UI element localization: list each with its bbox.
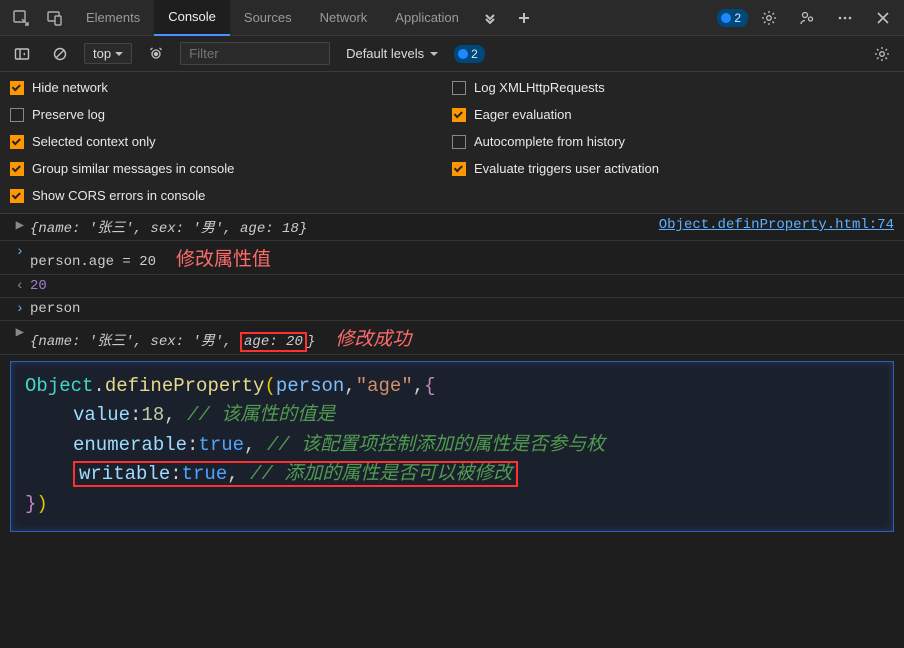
checkbox-icon[interactable] xyxy=(10,135,24,149)
more-options-icon[interactable] xyxy=(828,1,862,35)
highlighted-property: age: 20 xyxy=(240,332,307,352)
setting-group-similar-messages-in-console[interactable]: Group similar messages in console xyxy=(10,161,452,176)
settings-gear-icon[interactable] xyxy=(752,1,786,35)
add-tab-icon[interactable] xyxy=(507,1,541,35)
setting-log-xmlhttprequests[interactable]: Log XMLHttpRequests xyxy=(452,80,894,95)
issues-badge[interactable]: 2 xyxy=(717,9,748,27)
setting-label: Hide network xyxy=(32,80,108,95)
output-value: 20 xyxy=(30,278,894,294)
panel-tabs: Elements Console Sources Network Applica… xyxy=(72,0,473,36)
source-link[interactable]: Object.definProperty.html:74 xyxy=(659,217,894,233)
chevron-down-icon xyxy=(115,50,123,58)
checkbox-icon[interactable] xyxy=(452,81,466,95)
setting-label: Preserve log xyxy=(32,107,105,122)
setting-label: Eager evaluation xyxy=(474,107,572,122)
hidden-messages-count: 2 xyxy=(471,47,478,61)
output-row[interactable]: ▶ {name: '张三', sex: '男', age: 20}修改成功 xyxy=(0,321,904,355)
execution-context-label: top xyxy=(93,46,111,61)
console-settings-gear-icon[interactable] xyxy=(868,40,896,68)
account-icon[interactable] xyxy=(790,1,824,35)
checkbox-icon[interactable] xyxy=(452,135,466,149)
setting-label: Show CORS errors in console xyxy=(32,188,205,203)
input-code: person.age = 20修改属性值 xyxy=(30,244,894,271)
setting-eager-evaluation[interactable]: Eager evaluation xyxy=(452,107,894,122)
setting-label: Group similar messages in console xyxy=(32,161,234,176)
console-settings-panel: Hide network Preserve log Selected context… xyxy=(0,72,904,214)
checkbox-icon[interactable] xyxy=(10,162,24,176)
output-row[interactable]: ‹ 20 xyxy=(0,275,904,298)
tab-elements[interactable]: Elements xyxy=(72,0,154,36)
expand-arrow-icon[interactable]: ▶ xyxy=(6,217,30,234)
setting-autocomplete-from-history[interactable]: Autocomplete from history xyxy=(452,134,894,149)
devtools-tabbar: Elements Console Sources Network Applica… xyxy=(0,0,904,36)
log-levels-label: Default levels xyxy=(346,46,424,61)
output-value: {name: '张三', sex: '男', age: 20}修改成功 xyxy=(30,324,894,351)
close-devtools-icon[interactable] xyxy=(866,1,900,35)
highlighted-code-line: writable:true, // 添加的属性是否可以被修改 xyxy=(73,461,518,487)
device-toggle-icon[interactable] xyxy=(38,1,72,35)
annotation-label: 修改成功 xyxy=(335,329,411,350)
console-output: ▶ {name: '张三', sex: '男', age: 18} Object… xyxy=(0,214,904,532)
log-value: {name: '张三', sex: '男', age: 18} xyxy=(30,217,659,237)
log-row[interactable]: ▶ {name: '张三', sex: '男', age: 18} Object… xyxy=(0,214,904,241)
execution-context-select[interactable]: top xyxy=(84,43,132,64)
clear-console-icon[interactable] xyxy=(46,40,74,68)
input-row[interactable]: › person.age = 20修改属性值 xyxy=(0,241,904,275)
setting-preserve-log[interactable]: Preserve log xyxy=(10,107,452,122)
checkbox-icon[interactable] xyxy=(452,162,466,176)
tab-sources[interactable]: Sources xyxy=(230,0,306,36)
code-snippet-block: Object.defineProperty(person,"age",{ val… xyxy=(10,361,894,532)
issues-badge-count: 2 xyxy=(734,11,741,25)
setting-selected-context-only[interactable]: Selected context only xyxy=(10,134,452,149)
setting-hide-network[interactable]: Hide network xyxy=(10,80,452,95)
tab-application[interactable]: Application xyxy=(381,0,473,36)
annotation-label: 修改属性值 xyxy=(176,249,271,270)
live-expression-icon[interactable] xyxy=(142,40,170,68)
setting-label: Evaluate triggers user activation xyxy=(474,161,659,176)
checkbox-icon[interactable] xyxy=(10,108,24,122)
setting-evaluate-triggers-user-activation[interactable]: Evaluate triggers user activation xyxy=(452,161,894,176)
input-code: person xyxy=(30,301,894,317)
log-levels-select[interactable]: Default levels xyxy=(340,44,444,63)
input-row[interactable]: › person xyxy=(0,298,904,321)
message-dot-icon xyxy=(721,13,731,23)
tab-console[interactable]: Console xyxy=(154,0,230,36)
chevron-down-icon xyxy=(430,50,438,58)
setting-show-cors-errors-in-console[interactable]: Show CORS errors in console xyxy=(10,188,452,203)
setting-label: Selected context only xyxy=(32,134,156,149)
checkbox-icon[interactable] xyxy=(452,108,466,122)
tab-network[interactable]: Network xyxy=(306,0,382,36)
hidden-messages-badge[interactable]: 2 xyxy=(454,45,485,63)
expand-arrow-icon[interactable]: ▶ xyxy=(6,324,30,341)
inspect-element-icon[interactable] xyxy=(4,1,38,35)
checkbox-icon[interactable] xyxy=(10,189,24,203)
setting-label: Log XMLHttpRequests xyxy=(474,80,605,95)
console-toolbar: top Default levels 2 xyxy=(0,36,904,72)
more-tabs-icon[interactable] xyxy=(473,1,507,35)
setting-label: Autocomplete from history xyxy=(474,134,625,149)
sidebar-toggle-icon[interactable] xyxy=(8,40,36,68)
filter-input[interactable] xyxy=(180,42,330,65)
checkbox-icon[interactable] xyxy=(10,81,24,95)
message-dot-icon xyxy=(458,49,468,59)
